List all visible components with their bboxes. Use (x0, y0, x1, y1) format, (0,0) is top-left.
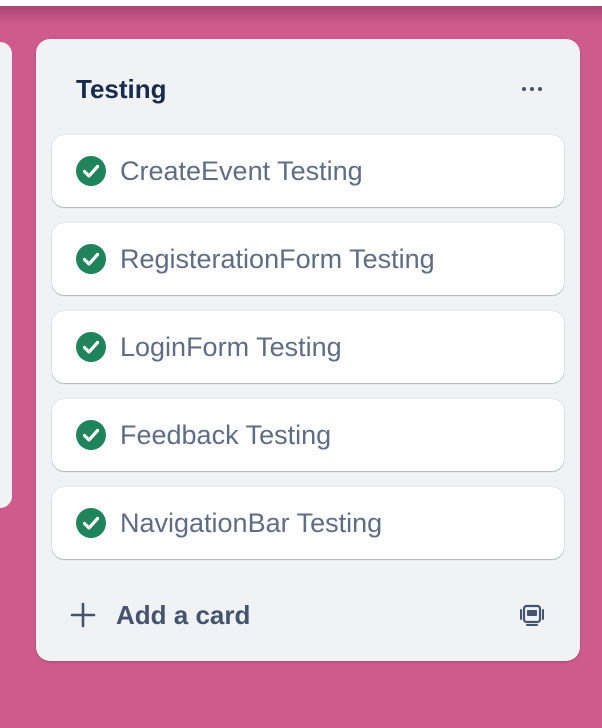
check-circle-icon (76, 420, 106, 450)
more-dot (538, 87, 542, 91)
add-card-button[interactable]: Add a card (52, 591, 508, 639)
list-header: Testing (36, 39, 580, 135)
plus-icon (70, 602, 96, 628)
card-title: LoginForm Testing (120, 332, 342, 362)
card[interactable]: LoginForm Testing (52, 311, 564, 383)
check-circle-icon (76, 508, 106, 538)
card-title: NavigationBar Testing (120, 508, 383, 538)
more-dot (530, 87, 534, 91)
card-template-icon (520, 604, 544, 626)
previous-list-edge[interactable] (0, 42, 12, 508)
card[interactable]: NavigationBar Testing (52, 487, 564, 559)
create-from-template-button[interactable] (510, 595, 554, 635)
card[interactable]: RegisterationForm Testing (52, 223, 564, 295)
check-circle-icon (76, 156, 106, 186)
card[interactable]: CreateEvent Testing (52, 135, 564, 207)
check-circle-icon (76, 332, 106, 362)
board-header-shadow (0, 6, 602, 24)
add-card-label: Add a card (116, 599, 251, 630)
list-title[interactable]: Testing (76, 74, 167, 105)
list-actions-button[interactable] (510, 73, 554, 105)
more-horizontal-icon (522, 87, 526, 91)
card-title: RegisterationForm Testing (120, 244, 435, 274)
list-testing: Testing CreateEvent Testing Registeratio… (36, 39, 580, 661)
card-title: CreateEvent Testing (120, 156, 363, 186)
card-title: Feedback Testing (120, 420, 332, 450)
card[interactable]: Feedback Testing (52, 399, 564, 471)
check-circle-icon (76, 244, 106, 274)
